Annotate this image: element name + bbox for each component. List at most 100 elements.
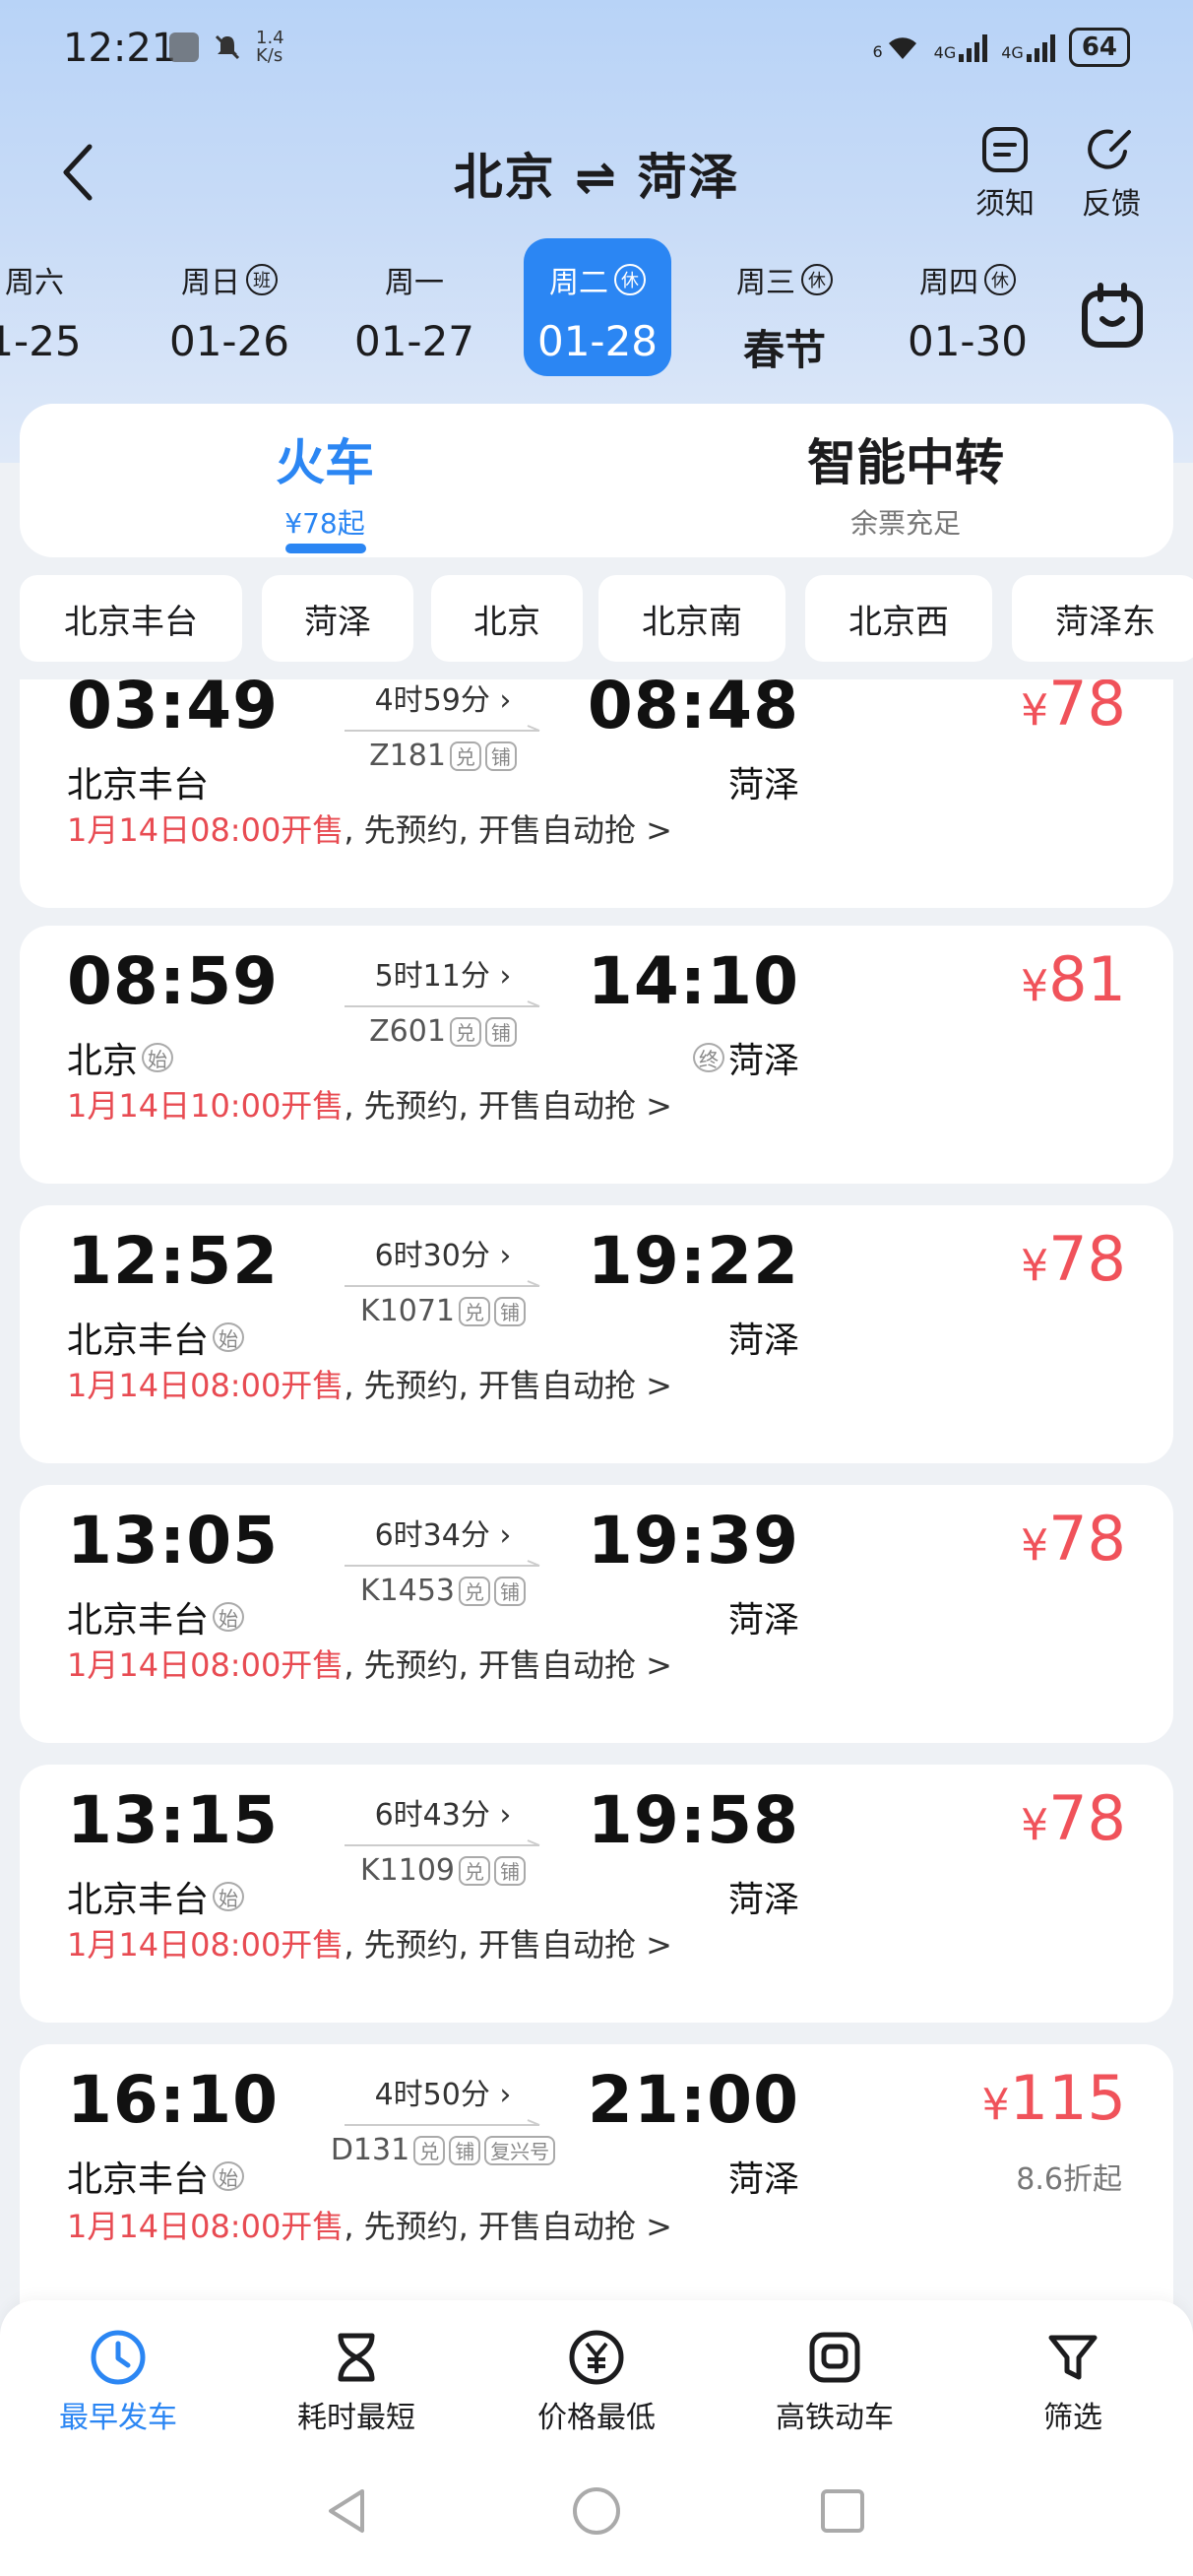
date-item[interactable]: 周日班 01-26 xyxy=(146,238,313,376)
sale-hint: , 先预约, 开售自动抢 > xyxy=(344,1646,672,1684)
sort-bar: 最早发车 耗时最短 价格最低 高铁动车 筛选 xyxy=(0,2300,1193,2448)
notice-button[interactable]: 须知 xyxy=(961,124,1049,223)
nav-home-button[interactable] xyxy=(567,2481,626,2541)
departure-station-name: 北京丰台 xyxy=(67,765,210,805)
feedback-button[interactable]: 反馈 xyxy=(1067,124,1156,223)
train-card[interactable]: 03:49 北京丰台 4时59分 › Z181 兑铺 08:48 菏泽 ¥78 1… xyxy=(20,679,1173,908)
price-value: 78 xyxy=(1048,1782,1126,1854)
arrival-station: 菏泽 xyxy=(728,1871,799,1922)
arrival-time: 19:22 xyxy=(587,1223,799,1299)
currency-symbol: ¥ xyxy=(981,2080,1010,2130)
sale-note[interactable]: 1月14日08:00开售, 先预约, 开售自动抢 > xyxy=(67,1641,672,1686)
sale-time: 1月14日10:00开售 xyxy=(67,1087,345,1125)
departure-time: 03:49 xyxy=(67,679,280,743)
duration: 6时34分 › xyxy=(374,1518,512,1553)
departure-station: 北京丰台始 xyxy=(67,2151,245,2202)
station-chip[interactable]: 北京南 xyxy=(598,575,785,662)
arrival-time: 14:10 xyxy=(587,943,799,1019)
tab-train[interactable]: 火车 ¥78起 xyxy=(226,423,423,542)
date-weekday: 周四 xyxy=(919,266,978,300)
sale-note[interactable]: 1月14日08:00开售, 先预约, 开售自动抢 > xyxy=(67,1361,672,1406)
status-time: 12:21 xyxy=(63,26,177,71)
edit-icon xyxy=(1088,129,1131,169)
system-nav-bar xyxy=(0,2448,1193,2576)
sale-note[interactable]: 1月14日10:00开售, 先预约, 开售自动抢 > xyxy=(67,1081,672,1127)
station-chip[interactable]: 北京 xyxy=(431,575,583,662)
train-number: K1071 兑铺 xyxy=(305,1294,581,1328)
mute-bell-icon xyxy=(215,34,240,60)
train-card[interactable]: 16:10 北京丰台始 4时50分 › D131 兑铺复兴号 21:00 菏泽 ¥… xyxy=(20,2044,1173,2304)
train-number-text: K1071 xyxy=(359,1294,456,1328)
date-strip: 周六 1-25 周日班 01-26 周一 01-27 周二休 01-28 周三休… xyxy=(0,238,1043,386)
price: ¥81 xyxy=(1021,943,1126,1015)
sort-shortest-label: 耗时最短 xyxy=(297,2401,415,2435)
duration: 6时43分 › xyxy=(374,1798,512,1833)
sort-earliest-button[interactable]: 最早发车 xyxy=(20,2328,217,2436)
date-value: 01-27 xyxy=(353,317,475,365)
route-arrow-icon xyxy=(345,725,540,732)
train-card[interactable]: 13:15 北京丰台始 6时43分 › K1109 兑铺 19:58 菏泽 ¥78… xyxy=(20,1765,1173,2023)
filter-button[interactable]: 筛选 xyxy=(974,2328,1171,2436)
date-item[interactable]: 周六 1-25 xyxy=(0,238,118,376)
sale-time: 1月14日08:00开售 xyxy=(67,1646,345,1684)
holiday-tag: 休 xyxy=(614,264,646,295)
sort-cheapest-button[interactable]: 价格最低 xyxy=(498,2328,695,2436)
arrival-time: 08:48 xyxy=(587,679,799,743)
train-card[interactable]: 12:52 北京丰台始 6时30分 › K1071 兑铺 19:22 菏泽 ¥78… xyxy=(20,1205,1173,1463)
origin-badge: 始 xyxy=(213,1882,245,1911)
sale-time: 1月14日08:00开售 xyxy=(67,2208,345,2245)
calendar-button[interactable] xyxy=(1073,278,1152,356)
departure-station: 北京始 xyxy=(67,1032,174,1083)
date-item[interactable]: 周三休 春节 xyxy=(701,238,868,376)
sort-highspeed-label: 高铁动车 xyxy=(776,2401,894,2435)
date-weekday: 周二 xyxy=(549,266,608,300)
holiday-tag: 休 xyxy=(984,264,1016,295)
origin-badge: 始 xyxy=(213,2161,245,2191)
departure-time: 08:59 xyxy=(67,943,280,1019)
tab-train-title: 火车 xyxy=(276,434,374,491)
sale-note[interactable]: 1月14日08:00开售, 先预约, 开售自动抢 > xyxy=(67,2202,672,2247)
currency-symbol: ¥ xyxy=(1021,1520,1049,1571)
station-chip[interactable]: 菏泽 xyxy=(262,575,413,662)
sort-highspeed-button[interactable]: 高铁动车 xyxy=(736,2328,933,2436)
price: ¥78 xyxy=(1021,1223,1126,1295)
date-value: 01-26 xyxy=(168,317,290,365)
station-chip[interactable]: 北京丰台 xyxy=(20,575,242,662)
filter-label: 筛选 xyxy=(1043,2401,1102,2435)
route-arrow-icon xyxy=(345,1000,540,1007)
app-header: 北京 ⇌ 菏泽 须知 反馈 xyxy=(0,118,1193,226)
date-item-selected[interactable]: 周二休 01-28 xyxy=(524,238,671,376)
network-speed: 1.4 K/s xyxy=(256,30,284,65)
train-number: Z181 兑铺 xyxy=(305,739,581,773)
signal-icon-1: 4G xyxy=(934,32,988,62)
arrival-station-name: 菏泽 xyxy=(727,765,799,805)
departure-station-name: 北京丰台 xyxy=(67,1600,210,1641)
nav-back-button[interactable] xyxy=(317,2481,376,2541)
price-value: 81 xyxy=(1048,943,1126,1015)
departure-station-name: 北京 xyxy=(67,1041,139,1081)
arrival-station: 菏泽 xyxy=(728,756,799,807)
train-card[interactable]: 08:59 北京始 5时11分 › Z601 兑铺 14:10 终菏泽 ¥81 1… xyxy=(20,926,1173,1184)
sale-note[interactable]: 1月14日08:00开售, 先预约, 开售自动抢 > xyxy=(67,1920,672,1965)
date-item[interactable]: 周四休 01-30 xyxy=(884,238,1051,376)
sale-note[interactable]: 1月14日08:00开售, 先预约, 开售自动抢 > xyxy=(67,805,672,851)
network-a-label: 4G xyxy=(933,43,957,62)
train-number-text: K1109 xyxy=(359,1853,456,1888)
date-value: 01-30 xyxy=(907,317,1029,365)
train-card[interactable]: 13:05 北京丰台始 6时34分 › K1453 兑铺 19:39 菏泽 ¥78… xyxy=(20,1485,1173,1743)
station-chip[interactable]: 菏泽东 xyxy=(1012,575,1193,662)
train-icon xyxy=(809,2332,860,2383)
sort-earliest-label: 最早发车 xyxy=(59,2401,177,2435)
train-number: K1453 兑铺 xyxy=(305,1574,581,1608)
date-item[interactable]: 周一 01-27 xyxy=(331,238,498,376)
station-chip[interactable]: 北京西 xyxy=(805,575,992,662)
train-number-text: Z601 xyxy=(369,1014,446,1049)
sleeper-badge: 铺 xyxy=(484,1016,517,1047)
tab-transfer[interactable]: 智能中转 余票充足 xyxy=(748,423,1063,542)
status-right-icons: 6 4G 4G 64 xyxy=(872,28,1130,67)
date-weekday: 周三 xyxy=(736,266,795,300)
sort-shortest-button[interactable]: 耗时最短 xyxy=(258,2328,455,2436)
feedback-label: 反馈 xyxy=(1082,187,1141,222)
nav-recents-button[interactable] xyxy=(813,2481,872,2541)
arrival-station: 菏泽 xyxy=(728,2151,799,2202)
